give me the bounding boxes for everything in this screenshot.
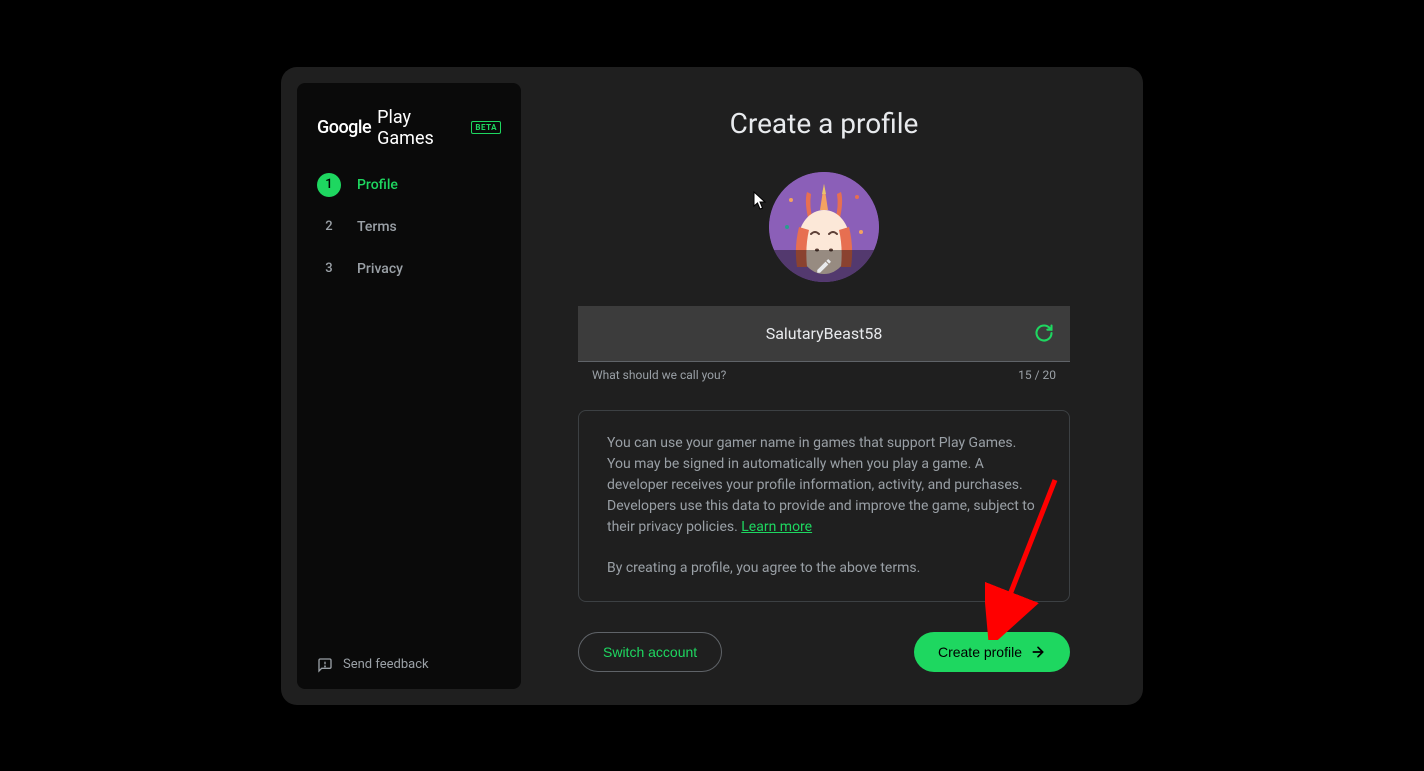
step-number: 2 [317, 215, 341, 239]
product-name: Play Games [377, 107, 465, 149]
switch-account-label: Switch account [603, 644, 697, 660]
setup-steps-list: 1 Profile 2 Terms 3 Privacy [317, 173, 501, 281]
arrow-right-icon [1030, 644, 1046, 660]
step-privacy[interactable]: 3 Privacy [317, 257, 501, 281]
info-paragraph: You can use your gamer name in games tha… [607, 433, 1041, 538]
avatar-container [769, 172, 879, 282]
feedback-label: Send feedback [343, 657, 429, 672]
create-profile-label: Create profile [938, 644, 1022, 660]
feedback-icon [317, 657, 333, 673]
send-feedback-button[interactable]: Send feedback [317, 657, 501, 673]
step-number: 1 [317, 173, 341, 197]
username-value: SalutaryBeast58 [766, 324, 883, 343]
action-row: Switch account Create profile [578, 632, 1070, 672]
username-field: SalutaryBeast58 What should we call you?… [578, 306, 1070, 382]
avatar-edit-overlay [769, 250, 879, 282]
step-label: Privacy [357, 261, 403, 277]
learn-more-link[interactable]: Learn more [741, 519, 812, 535]
switch-account-button[interactable]: Switch account [578, 632, 722, 672]
step-profile[interactable]: 1 Profile [317, 173, 501, 197]
field-helper-row: What should we call you? 15 / 20 [578, 362, 1070, 382]
username-input[interactable]: SalutaryBeast58 [578, 306, 1070, 362]
main-content: Create a profile [521, 83, 1127, 689]
step-number: 3 [317, 257, 341, 281]
step-label: Terms [357, 219, 397, 235]
info-box: You can use your gamer name in games tha… [578, 410, 1070, 602]
agreement-text: By creating a profile, you agree to the … [607, 558, 1041, 579]
refresh-icon[interactable] [1034, 323, 1054, 343]
brand-header: Google Play Games BETA [317, 107, 501, 149]
beta-badge: BETA [471, 121, 501, 134]
pencil-icon [815, 257, 833, 275]
field-hint: What should we call you? [592, 368, 726, 382]
avatar-edit-button[interactable] [769, 172, 879, 282]
char-counter: 15 / 20 [1018, 368, 1056, 382]
google-logo-text: Google [317, 117, 371, 138]
profile-setup-modal: Google Play Games BETA 1 Profile 2 Terms… [281, 67, 1143, 705]
step-label: Profile [357, 177, 398, 193]
page-title: Create a profile [730, 107, 919, 140]
step-terms[interactable]: 2 Terms [317, 215, 501, 239]
setup-sidebar: Google Play Games BETA 1 Profile 2 Terms… [297, 83, 521, 689]
create-profile-button[interactable]: Create profile [914, 632, 1070, 672]
